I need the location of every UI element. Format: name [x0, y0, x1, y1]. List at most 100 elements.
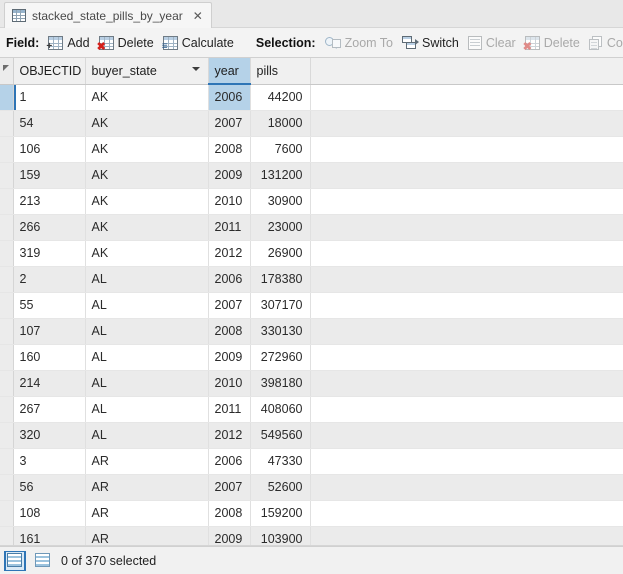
table-row[interactable]: 319 AK 2012 26900	[0, 240, 623, 267]
cell-objectid[interactable]: 54	[13, 110, 86, 137]
cell-objectid[interactable]: 319	[13, 240, 86, 267]
tab-stacked-state-pills-by-year[interactable]: stacked_state_pills_by_year ✕	[4, 2, 212, 28]
table-row[interactable]: 55 AL 2007 307170	[0, 292, 623, 319]
cell-buyer-state[interactable]: AK	[85, 136, 209, 163]
cell-pills[interactable]: 307170	[250, 292, 311, 319]
cell-objectid[interactable]: 106	[13, 136, 86, 163]
cell-year[interactable]: 2006	[208, 84, 251, 111]
cell-objectid[interactable]: 2	[13, 266, 86, 293]
close-icon[interactable]: ✕	[193, 10, 203, 22]
column-header-year[interactable]: year	[208, 58, 251, 85]
cell-year[interactable]: 2012	[208, 240, 251, 267]
cell-year[interactable]: 2007	[208, 292, 251, 319]
cell-year[interactable]: 2010	[208, 188, 251, 215]
cell-buyer-state[interactable]: AK	[85, 240, 209, 267]
cell-objectid[interactable]: 55	[13, 292, 86, 319]
cell-objectid[interactable]: 56	[13, 474, 86, 501]
cell-objectid[interactable]: 320	[13, 422, 86, 449]
table-row[interactable]: 107 AL 2008 330130	[0, 318, 623, 345]
column-header-pills[interactable]: pills	[250, 58, 311, 85]
cell-year[interactable]: 2012	[208, 422, 251, 449]
row-selector[interactable]	[0, 240, 14, 267]
cell-buyer-state[interactable]: AK	[85, 110, 209, 137]
row-selector[interactable]	[0, 214, 14, 241]
table-row[interactable]: 161 AR 2009 103900	[0, 526, 623, 545]
cell-pills[interactable]: 131200	[250, 162, 311, 189]
cell-buyer-state[interactable]: AL	[85, 266, 209, 293]
selection-switch-button[interactable]: Switch	[399, 34, 465, 52]
cell-buyer-state[interactable]: AK	[85, 214, 209, 241]
table-row[interactable]: 3 AR 2006 47330	[0, 448, 623, 475]
row-selector[interactable]	[0, 84, 14, 111]
cell-pills[interactable]: 23000	[250, 214, 311, 241]
cell-pills[interactable]: 26900	[250, 240, 311, 267]
cell-pills[interactable]: 398180	[250, 370, 311, 397]
cell-year[interactable]: 2007	[208, 474, 251, 501]
cell-buyer-state[interactable]: AK	[85, 188, 209, 215]
view-toggle-table[interactable]	[4, 550, 26, 571]
table-row[interactable]: 2 AL 2006 178380	[0, 266, 623, 293]
row-selector[interactable]	[0, 474, 14, 501]
column-header-objectid[interactable]: OBJECTID	[13, 58, 86, 85]
cell-pills[interactable]: 52600	[250, 474, 311, 501]
cell-pills[interactable]: 178380	[250, 266, 311, 293]
cell-pills[interactable]: 18000	[250, 110, 311, 137]
cell-buyer-state[interactable]: AL	[85, 292, 209, 319]
row-selector[interactable]	[0, 344, 14, 371]
cell-pills[interactable]: 272960	[250, 344, 311, 371]
cell-year[interactable]: 2008	[208, 318, 251, 345]
cell-year[interactable]: 2007	[208, 110, 251, 137]
cell-pills[interactable]: 159200	[250, 500, 311, 527]
cell-buyer-state[interactable]: AR	[85, 448, 209, 475]
table-row[interactable]: 214 AL 2010 398180	[0, 370, 623, 397]
cell-pills[interactable]: 44200	[250, 84, 311, 111]
row-selector[interactable]	[0, 318, 14, 345]
cell-buyer-state[interactable]: AL	[85, 370, 209, 397]
cell-objectid[interactable]: 267	[13, 396, 86, 423]
table-row[interactable]: 266 AK 2011 23000	[0, 214, 623, 241]
cell-buyer-state[interactable]: AL	[85, 396, 209, 423]
cell-objectid[interactable]: 3	[13, 448, 86, 475]
cell-year[interactable]: 2006	[208, 448, 251, 475]
cell-objectid[interactable]: 214	[13, 370, 86, 397]
cell-pills[interactable]: 408060	[250, 396, 311, 423]
cell-buyer-state[interactable]: AL	[85, 344, 209, 371]
cell-year[interactable]: 2011	[208, 396, 251, 423]
cell-year[interactable]: 2008	[208, 136, 251, 163]
column-header-buyer-state[interactable]: buyer_state	[85, 58, 209, 85]
table-row[interactable]: 213 AK 2010 30900	[0, 188, 623, 215]
cell-buyer-state[interactable]: AL	[85, 422, 209, 449]
table-row[interactable]: 56 AR 2007 52600	[0, 474, 623, 501]
table-row[interactable]: 159 AK 2009 131200	[0, 162, 623, 189]
cell-pills[interactable]: 7600	[250, 136, 311, 163]
row-selector[interactable]	[0, 448, 14, 475]
cell-year[interactable]: 2009	[208, 526, 251, 545]
cell-objectid[interactable]: 266	[13, 214, 86, 241]
field-calculate-button[interactable]: ≡ Calculate	[160, 34, 240, 52]
table-row[interactable]: 267 AL 2011 408060	[0, 396, 623, 423]
cell-objectid[interactable]: 107	[13, 318, 86, 345]
row-selector[interactable]	[0, 188, 14, 215]
table-row[interactable]: 1 AK 2006 44200	[0, 84, 623, 111]
cell-pills[interactable]: 330130	[250, 318, 311, 345]
row-selector[interactable]	[0, 110, 14, 137]
cell-pills[interactable]: 30900	[250, 188, 311, 215]
view-toggle-related[interactable]	[33, 552, 53, 570]
row-selector[interactable]	[0, 162, 14, 189]
cell-pills[interactable]: 549560	[250, 422, 311, 449]
select-all-header[interactable]	[0, 58, 14, 85]
cell-objectid[interactable]: 108	[13, 500, 86, 527]
cell-pills[interactable]: 103900	[250, 526, 311, 545]
cell-year[interactable]: 2010	[208, 370, 251, 397]
cell-year[interactable]: 2011	[208, 214, 251, 241]
table-row[interactable]: 320 AL 2012 549560	[0, 422, 623, 449]
cell-year[interactable]: 2009	[208, 344, 251, 371]
cell-objectid[interactable]: 161	[13, 526, 86, 545]
cell-pills[interactable]: 47330	[250, 448, 311, 475]
row-selector[interactable]	[0, 500, 14, 527]
row-selector[interactable]	[0, 136, 14, 163]
cell-buyer-state[interactable]: AR	[85, 474, 209, 501]
row-selector[interactable]	[0, 526, 14, 545]
cell-objectid[interactable]: 160	[13, 344, 86, 371]
table-row[interactable]: 106 AK 2008 7600	[0, 136, 623, 163]
